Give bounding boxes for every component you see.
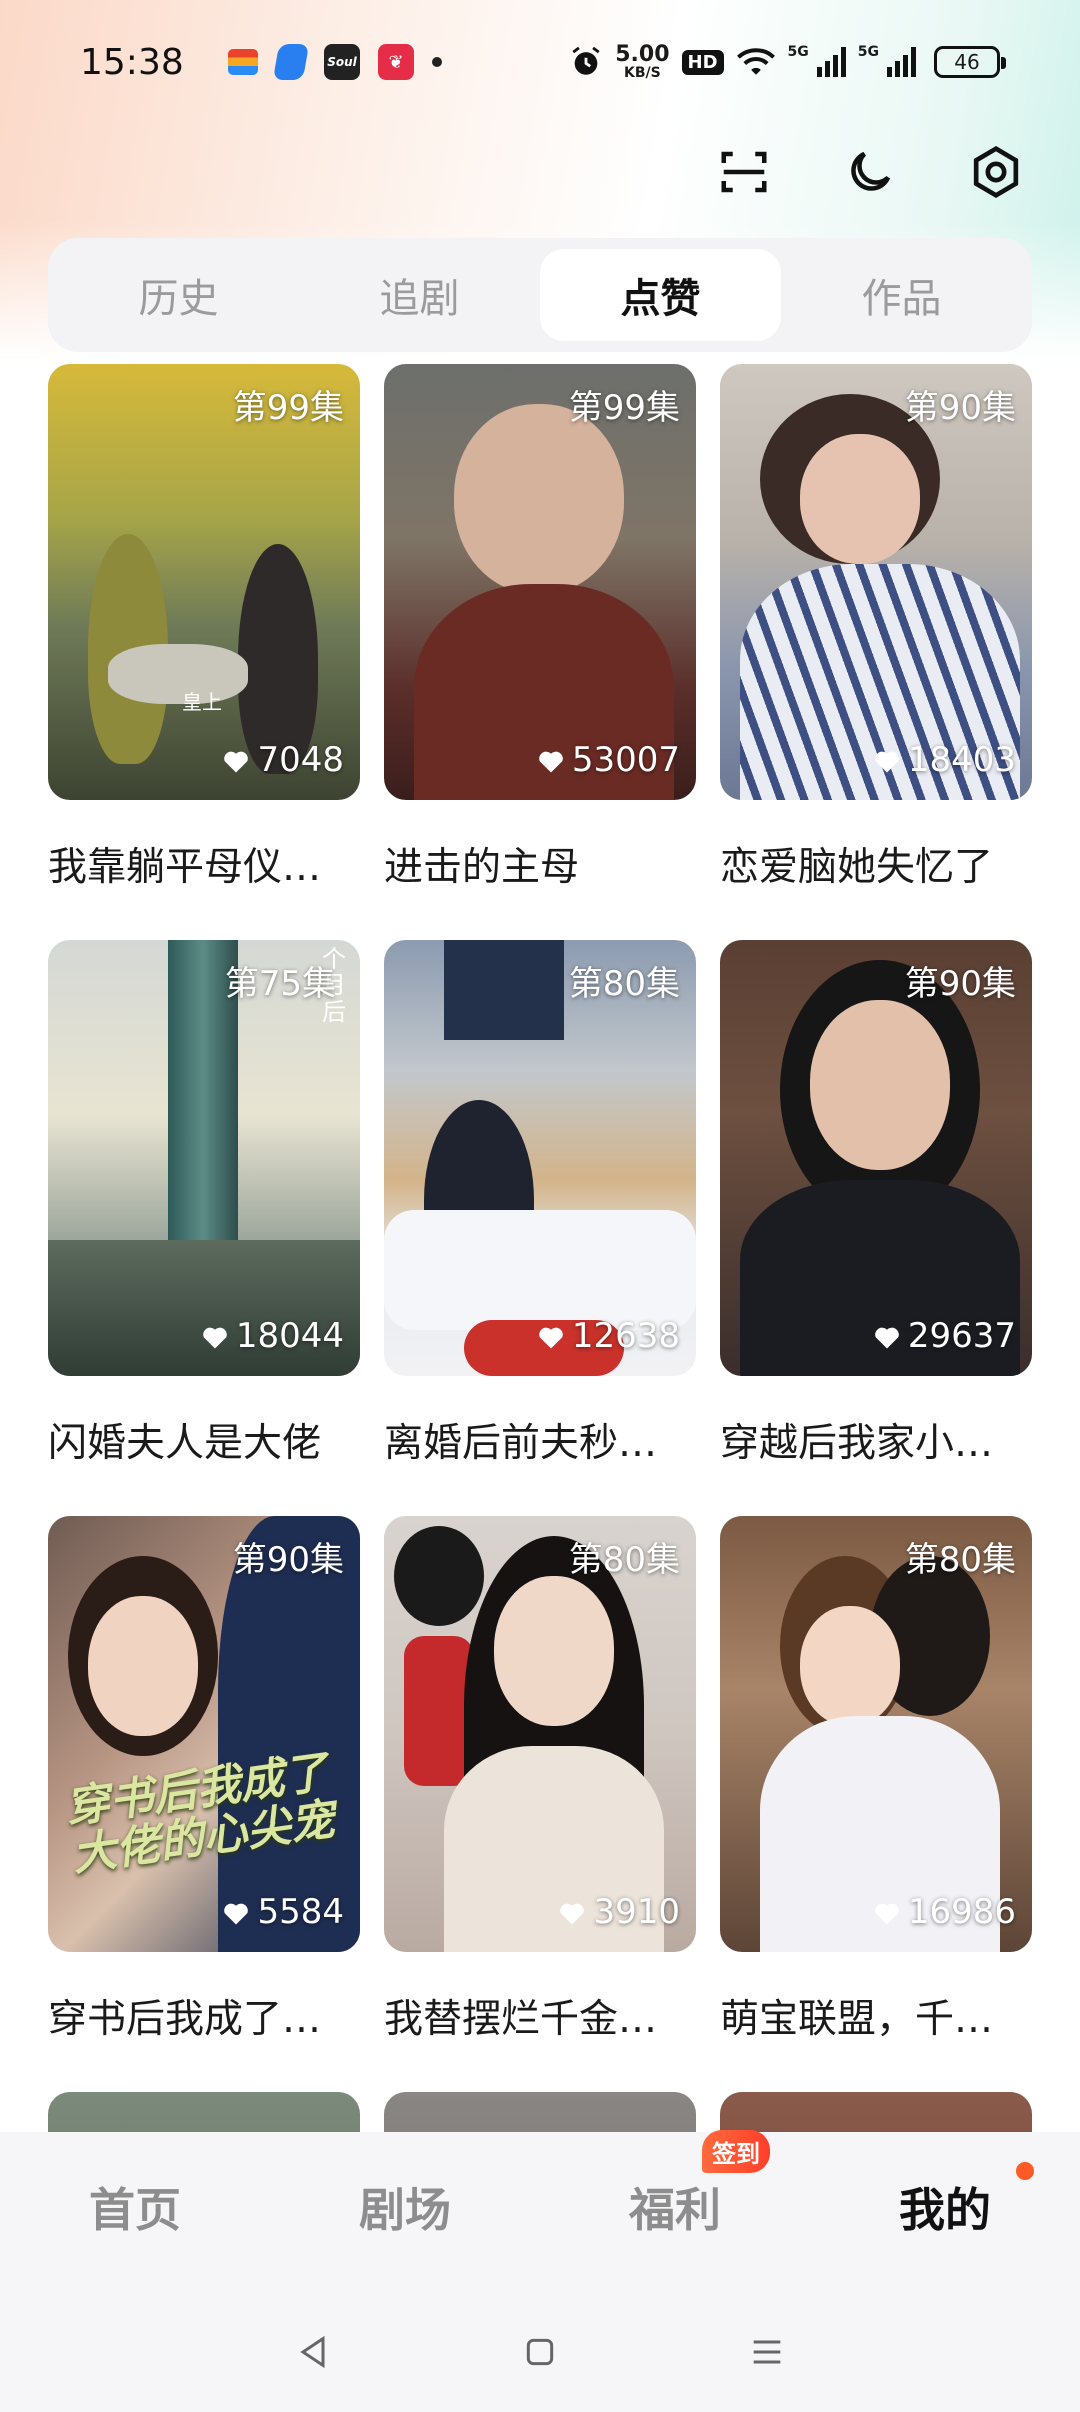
- scan-icon[interactable]: [714, 142, 774, 202]
- drama-title[interactable]: 进击的主母: [384, 836, 696, 892]
- nav-welfare[interactable]: 福利 签到: [540, 2130, 810, 2240]
- back-icon[interactable]: [283, 2322, 343, 2382]
- heart-icon: [560, 1903, 585, 1925]
- like-count: 18044: [200, 1316, 344, 1356]
- notification-icons: Soul ❦: [228, 44, 442, 80]
- drama-card[interactable]: 第80集 3910 我替摆烂千金…: [384, 1516, 696, 2044]
- heart-icon: [203, 1327, 227, 1349]
- home-icon[interactable]: [510, 2322, 570, 2382]
- drama-poster[interactable]: 皇上 第99集 7048: [48, 364, 360, 800]
- status-bar: 15:38 Soul ❦ 5.00 KB/S HD 5G 5G 46: [0, 0, 1080, 124]
- network-type-1: 5G: [787, 44, 809, 60]
- drama-poster[interactable]: 第80集 3910: [384, 1516, 696, 1952]
- soul-app-icon: Soul: [324, 44, 360, 80]
- tab-liked[interactable]: 点赞: [540, 249, 781, 341]
- episode-badge: 第80集: [568, 1540, 680, 1580]
- drama-card[interactable]: 第80集 12638 离婚后前夫秒…: [384, 940, 696, 1468]
- heart-icon: [539, 751, 563, 773]
- drama-poster[interactable]: 第99集 53007: [384, 364, 696, 800]
- drama-card[interactable]: 穿书后我成了大佬的心尖宠 第90集 5584 穿书后我成了…: [48, 1516, 360, 2044]
- drama-title[interactable]: 离婚后前夫秒…: [384, 1412, 696, 1468]
- network-speed: 5.00 KB/S: [615, 42, 670, 81]
- status-time: 15:38: [80, 41, 184, 83]
- heart-icon: [539, 1327, 563, 1349]
- drama-card[interactable]: 第80集 16986 萌宝联盟，千…: [720, 1516, 1032, 2044]
- red-app-icon: ❦: [378, 44, 414, 80]
- like-count: 3910: [557, 1892, 680, 1932]
- more-notifications-icon: [432, 57, 442, 67]
- drama-poster[interactable]: 第90集 18403: [720, 364, 1032, 800]
- drama-poster[interactable]: 第90集 29637: [720, 940, 1032, 1376]
- app-blue-icon: [272, 44, 310, 80]
- episode-badge: 第99集: [232, 388, 344, 428]
- drama-poster[interactable]: 第80集 12638: [384, 940, 696, 1376]
- wallet-icon: [228, 49, 258, 75]
- episode-badge: 第99集: [568, 388, 680, 428]
- nav-home[interactable]: 首页: [0, 2174, 270, 2240]
- hd-voice-icon: HD: [681, 49, 724, 75]
- drama-title[interactable]: 恋爱脑她失忆了: [720, 836, 1032, 892]
- tab-following[interactable]: 追剧: [299, 249, 540, 341]
- drama-card[interactable]: 第90集 29637 穿越后我家小…: [720, 940, 1032, 1468]
- like-count: 53007: [536, 740, 680, 780]
- episode-badge: 第80集: [568, 964, 680, 1004]
- collection-tabs: 历史 追剧 点赞 作品: [48, 238, 1032, 352]
- like-count: 16986: [872, 1892, 1016, 1932]
- signal-2-icon: [887, 47, 916, 77]
- signal-1-icon: [816, 47, 846, 77]
- nav-mine[interactable]: 我的: [810, 2162, 1080, 2240]
- heart-icon: [875, 1327, 899, 1349]
- system-icons: 5.00 KB/S HD 5G 5G 46: [569, 42, 1006, 81]
- episode-badge: 第90集: [904, 964, 1016, 1004]
- alarm-icon: [572, 46, 600, 75]
- subtitle-text: 皇上: [182, 690, 222, 714]
- nav-theater[interactable]: 剧场: [270, 2174, 540, 2240]
- heart-icon: [224, 751, 249, 773]
- like-count: 5584: [221, 1892, 344, 1932]
- drama-title[interactable]: 萌宝联盟，千…: [720, 1988, 1032, 2044]
- like-count: 18403: [872, 740, 1016, 780]
- drama-card[interactable]: 皇上 第99集 7048 我靠躺平母仪…: [48, 364, 360, 892]
- drama-poster[interactable]: 个月后 第75集 18044: [48, 940, 360, 1376]
- night-mode-icon[interactable]: [840, 142, 900, 202]
- episode-badge: 第80集: [904, 1540, 1016, 1580]
- notification-dot: [1016, 2162, 1034, 2180]
- network-type-2: 5G: [857, 44, 879, 60]
- heart-icon: [875, 1903, 899, 1925]
- drama-title[interactable]: 穿越后我家小…: [720, 1412, 1032, 1468]
- checkin-badge: 签到: [702, 2130, 770, 2173]
- drama-poster[interactable]: 第80集 16986: [720, 1516, 1032, 1952]
- drama-title[interactable]: 穿书后我成了…: [48, 1988, 360, 2044]
- like-count: 12638: [536, 1316, 680, 1356]
- settings-icon[interactable]: [966, 142, 1026, 202]
- drama-poster[interactable]: 穿书后我成了大佬的心尖宠 第90集 5584: [48, 1516, 360, 1952]
- heart-icon: [224, 1903, 249, 1925]
- episode-badge: 第75集: [224, 964, 336, 1004]
- tab-works[interactable]: 作品: [781, 249, 1022, 341]
- bottom-navigation: 首页 剧场 福利 签到 我的: [0, 2130, 1080, 2412]
- like-count: 29637: [872, 1316, 1016, 1356]
- episode-badge: 第90集: [232, 1540, 344, 1580]
- system-navigation-bar: [0, 2322, 1080, 2382]
- drama-card[interactable]: 第99集 53007 进击的主母: [384, 364, 696, 892]
- drama-title[interactable]: 我替摆烂千金…: [384, 1988, 696, 2044]
- tab-history[interactable]: 历史: [58, 249, 299, 341]
- menu-icon[interactable]: [737, 2322, 797, 2382]
- wifi-icon: [736, 48, 775, 75]
- drama-title[interactable]: 我靠躺平母仪…: [48, 836, 360, 892]
- episode-badge: 第90集: [904, 388, 1016, 428]
- battery-icon: 46: [934, 46, 1006, 78]
- heart-icon: [875, 751, 899, 773]
- drama-title[interactable]: 闪婚夫人是大佬: [48, 1412, 360, 1468]
- like-count: 7048: [221, 740, 344, 780]
- drama-card[interactable]: 个月后 第75集 18044 闪婚夫人是大佬: [48, 940, 360, 1468]
- drama-card[interactable]: 第90集 18403 恋爱脑她失忆了: [720, 364, 1032, 892]
